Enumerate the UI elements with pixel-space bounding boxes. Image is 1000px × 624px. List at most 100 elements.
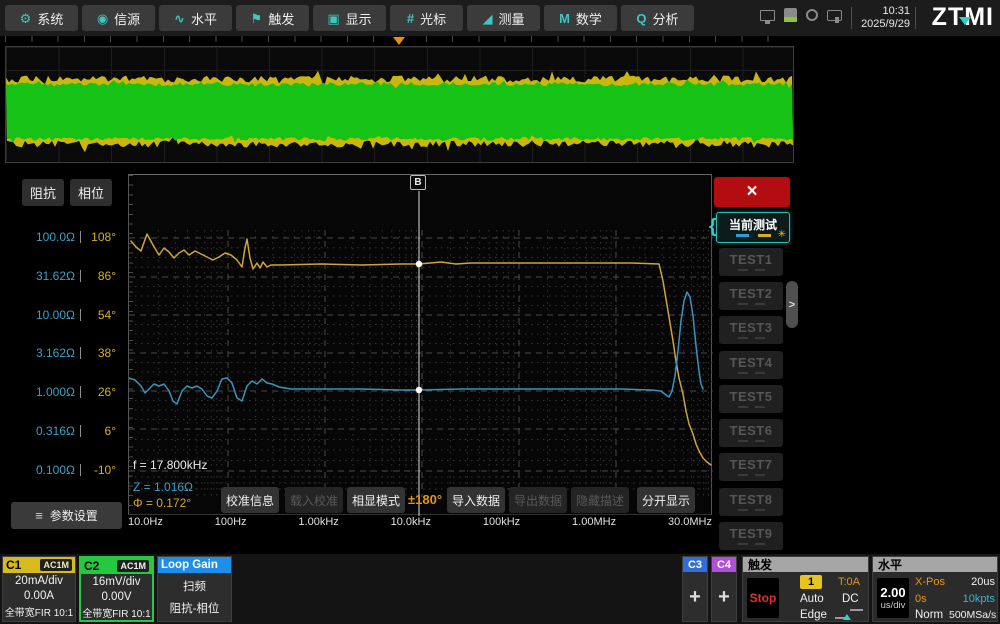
- test-slot-5[interactable]: TEST5: [719, 385, 783, 413]
- trigger-state-box: Stop: [747, 578, 779, 618]
- tab-phase[interactable]: 相位: [70, 179, 112, 206]
- impedance-tick: 100.0Ω: [14, 230, 75, 244]
- trace-color-bars: [736, 234, 771, 237]
- cursor-b-handle[interactable]: B: [410, 175, 426, 190]
- trigger-level: T:0A: [838, 576, 860, 588]
- menu-horizontal-button[interactable]: ∿水平: [159, 5, 232, 31]
- display-icon: ▣: [327, 12, 339, 25]
- impedance-tick: 0.316Ω: [14, 424, 75, 438]
- calibration-info-button[interactable]: 校准信息: [221, 487, 279, 513]
- menu-cursor-button[interactable]: #光标: [390, 5, 463, 31]
- source-icon: ◉: [97, 12, 108, 25]
- edge-slope-icon: [835, 607, 863, 620]
- test-slot-label: TEST2: [730, 288, 773, 300]
- menu-measure-button[interactable]: ◢测量: [467, 5, 540, 31]
- test-slot-2[interactable]: TEST2: [719, 282, 783, 310]
- phase-tick: 38°: [86, 346, 116, 360]
- loopgain-type: 阻抗-相位: [170, 600, 220, 616]
- phase-tick: 26°: [86, 385, 116, 399]
- menu-display-button[interactable]: ▣ 显示: [313, 5, 386, 31]
- y-axis-row: 1.000Ω 26°: [14, 384, 116, 400]
- trigger-panel-title: 触发: [743, 557, 868, 572]
- phase-tick: 6°: [86, 424, 116, 438]
- menu-display-label: 显示: [346, 9, 372, 28]
- test-slot-label: TEST6: [730, 425, 773, 437]
- brand-logo: ZTMI: [932, 3, 994, 32]
- add-c3-button[interactable]: +: [683, 572, 707, 622]
- time-text: 10:31: [861, 5, 910, 18]
- usb-device-icon: [784, 8, 797, 22]
- test-slot-4[interactable]: TEST4: [719, 351, 783, 379]
- export-data-button: 导出数据: [509, 487, 567, 513]
- trigger-coupling: DC: [842, 593, 859, 605]
- channel-c4-tile[interactable]: C4 +: [711, 556, 737, 622]
- divider: [851, 7, 852, 29]
- trigger-source-badge: 1: [800, 575, 822, 589]
- x-tick: 30.0MHz: [668, 516, 712, 528]
- trigger-type: Edge: [800, 609, 827, 621]
- tab-notch-icon: {: [709, 216, 716, 238]
- phase-range-value[interactable]: ±180°: [408, 492, 442, 507]
- loopgain-tile[interactable]: Loop Gain 扫频 阻抗-相位: [157, 556, 232, 622]
- gear-icon: ⚙: [20, 12, 32, 25]
- y-axis-row: 0.100Ω-10°: [14, 462, 116, 478]
- test-slot-label: TEST8: [730, 494, 773, 506]
- bottom-status-bar: C1AC1M 20mA/div 0.00A 全带宽FIR 10:1 C2AC1M…: [0, 554, 1000, 624]
- test-slot-6[interactable]: TEST6: [719, 419, 783, 447]
- timebase-scale: 2.00: [880, 585, 905, 600]
- wave-icon: ∿: [174, 12, 185, 25]
- phase-tick: 86°: [86, 269, 116, 283]
- test-slot-7[interactable]: TEST7: [719, 453, 783, 481]
- channel-c1-tile[interactable]: C1AC1M 20mA/div 0.00A 全带宽FIR 10:1: [2, 556, 76, 622]
- c4-name: C4: [712, 557, 736, 572]
- test-slot-9[interactable]: TEST9: [719, 522, 783, 550]
- x-tick: 10.0kHz: [391, 516, 431, 528]
- horizontal-panel[interactable]: 水平 2.00 us/div X-Pos 0s Norm 20us 10kpts…: [872, 556, 998, 622]
- phase-display-mode-button[interactable]: 相显模式: [347, 487, 405, 513]
- external-display-icon: [760, 10, 775, 21]
- parameter-settings-button[interactable]: ≡ 参数设置: [11, 502, 122, 529]
- channel-c2-tile[interactable]: C2AC1M 16mV/div 0.00V 全带宽FIR 10:1: [79, 556, 154, 622]
- menu-trigger-label: 触发: [268, 9, 294, 28]
- parameter-settings-label: 参数设置: [50, 507, 98, 524]
- c1-name: C1: [6, 558, 21, 572]
- date-text: 2025/9/29: [861, 18, 910, 31]
- channel-c3-tile[interactable]: C3 +: [682, 556, 708, 622]
- readout-frequency: f = 17.800kHz: [133, 458, 207, 472]
- loopgain-mode: 扫频: [183, 578, 206, 594]
- bode-plot-canvas[interactable]: [128, 174, 712, 515]
- impedance-tick: 1.000Ω: [14, 385, 75, 399]
- close-button[interactable]: ×: [714, 177, 790, 207]
- menu-source-button[interactable]: ◉信源: [82, 5, 155, 31]
- menu-analyze-button[interactable]: Q分析: [621, 5, 694, 31]
- trigger-panel[interactable]: 触发 Stop 1 Auto Edge T:0A DC: [742, 556, 869, 622]
- trigger-state: Stop: [750, 591, 777, 605]
- waveform-display[interactable]: [5, 46, 794, 163]
- y-axis-row: 3.162Ω38°: [14, 345, 116, 361]
- sliders-icon: ≡: [35, 508, 43, 523]
- menu-trigger-button[interactable]: ⚑触发: [236, 5, 309, 31]
- trigger-position-marker[interactable]: [393, 37, 405, 45]
- panel-expand-handle[interactable]: >: [786, 281, 798, 328]
- test-slot-1[interactable]: TEST1: [719, 248, 783, 276]
- current-test-tab[interactable]: { 当前测试 ✳: [716, 212, 790, 243]
- add-c4-button[interactable]: +: [712, 572, 736, 622]
- test-slot-label: TEST7: [730, 459, 773, 471]
- y-axis-row: 0.316Ω 6°: [14, 423, 116, 439]
- tab-impedance[interactable]: 阻抗: [22, 179, 64, 206]
- horizontal-panel-title: 水平: [873, 557, 997, 572]
- x-tick: 1.00kHz: [298, 516, 338, 528]
- cursor-grid-icon: #: [407, 12, 414, 25]
- split-display-button[interactable]: 分开显示: [637, 487, 695, 513]
- menu-math-button[interactable]: M数学: [544, 5, 617, 31]
- divider: [915, 7, 916, 29]
- readout-phase: Φ = 0.172°: [133, 496, 191, 510]
- measure-slope-icon: ◢: [482, 12, 492, 25]
- menu-system-button[interactable]: ⚙系统: [5, 5, 78, 31]
- import-data-button[interactable]: 导入数据: [447, 487, 505, 513]
- test-slot-8[interactable]: TEST8: [719, 488, 783, 516]
- trigger-mode: Auto: [800, 593, 824, 605]
- test-slot-3[interactable]: TEST3: [719, 316, 783, 344]
- waveform-traces: [6, 47, 793, 162]
- phase-tick: 108°: [86, 230, 116, 244]
